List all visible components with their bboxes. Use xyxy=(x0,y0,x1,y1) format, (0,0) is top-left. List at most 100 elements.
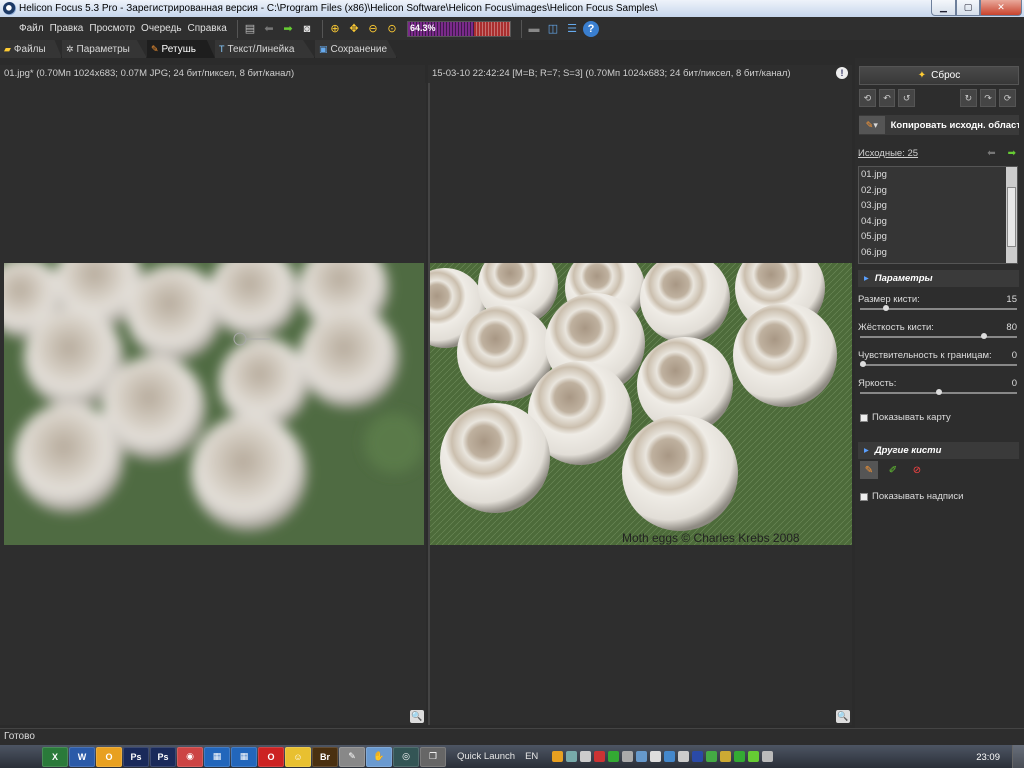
checkbox-box[interactable] xyxy=(860,492,868,501)
tray-icon[interactable] xyxy=(650,751,662,762)
list-view-icon[interactable]: ☰ xyxy=(564,21,580,37)
tray-icon[interactable] xyxy=(608,751,620,762)
tray-icon[interactable] xyxy=(594,751,606,762)
tray-icon[interactable] xyxy=(748,751,760,762)
list-item[interactable]: 01.jpg xyxy=(859,167,1017,183)
file-list-scrollbar[interactable] xyxy=(1006,167,1017,263)
tray-icon[interactable] xyxy=(622,751,634,762)
other-brushes-header[interactable]: ▸ Другие кисти xyxy=(858,442,1019,459)
language-indicator[interactable]: EN xyxy=(525,751,538,762)
slider-track[interactable] xyxy=(860,364,1017,366)
chrome-icon[interactable]: ◉ xyxy=(177,746,203,767)
outlook-icon[interactable]: O xyxy=(96,746,122,767)
app-grid-icon[interactable]: ▦ xyxy=(204,746,230,767)
slider-knob[interactable] xyxy=(980,333,987,339)
tab-text-ruler[interactable]: T Текст/Линейка xyxy=(215,40,315,58)
split-view-icon[interactable]: ◫ xyxy=(545,21,561,37)
zoom-in-icon[interactable]: ⊕ xyxy=(327,21,343,37)
result-image-panel[interactable]: Moth eggs © Charles Krebs 2008 🔍 xyxy=(428,83,852,725)
tray-icon[interactable] xyxy=(580,751,592,762)
brush-size-slider[interactable]: Размер кисти: 15 xyxy=(858,294,1019,318)
brightness-slider[interactable]: Яркость: 0 xyxy=(858,378,1019,402)
show-desktop-button[interactable] xyxy=(1012,745,1024,768)
source-file-list[interactable]: 01.jpg 02.jpg 03.jpg 04.jpg 05.jpg 06.jp… xyxy=(858,166,1018,264)
opera-icon[interactable]: O xyxy=(258,746,284,767)
forward-arrow-icon[interactable]: ➡ xyxy=(280,21,296,37)
tray-icon[interactable] xyxy=(636,751,648,762)
tab-retouch[interactable]: ✎ Ретушь xyxy=(147,40,215,58)
camera-icon[interactable]: ◙ xyxy=(299,21,315,37)
quick-launch-label[interactable]: Quick Launch xyxy=(457,751,515,762)
volume-icon[interactable] xyxy=(762,751,774,762)
sources-link[interactable]: Исходные: 25 xyxy=(858,148,918,159)
color-brush-icon[interactable]: ✐ xyxy=(884,461,902,479)
back-arrow-icon[interactable]: ⬅ xyxy=(261,21,277,37)
tab-save[interactable]: ▣ Сохранение xyxy=(315,40,397,58)
tray-icon[interactable] xyxy=(692,751,704,762)
tab-parameters[interactable]: ✲ Параметры xyxy=(62,40,147,58)
undo-step-icon[interactable]: ↺ xyxy=(898,89,916,107)
app-grid-alt-icon[interactable]: ▦ xyxy=(231,746,257,767)
slider-knob[interactable] xyxy=(935,389,942,395)
single-view-icon[interactable]: ▬ xyxy=(526,21,542,37)
list-item[interactable]: 03.jpg xyxy=(859,198,1017,214)
zoom-actual-icon[interactable]: ⊙ xyxy=(384,21,400,37)
new-document-icon[interactable]: ▤ xyxy=(242,21,258,37)
show-labels-checkbox[interactable]: Показывать надписи xyxy=(860,491,963,502)
result-photo[interactable]: Moth eggs © Charles Krebs 2008 xyxy=(430,263,852,545)
redo-all-icon[interactable]: ⟳ xyxy=(999,89,1017,107)
source-photo[interactable] xyxy=(4,263,424,545)
files-icon[interactable]: ❐ xyxy=(420,746,446,767)
clock[interactable]: 23:09 xyxy=(976,752,1000,763)
notepad-icon[interactable]: ✎ xyxy=(339,746,365,767)
erase-brush-icon[interactable]: ⊘ xyxy=(908,461,926,479)
show-map-checkbox[interactable]: Показывать карту xyxy=(860,412,951,423)
menu-help[interactable]: Справка xyxy=(188,23,227,34)
source-image-panel[interactable]: 🔍 xyxy=(0,83,426,725)
menu-view[interactable]: Просмотр xyxy=(89,23,135,34)
brush-hardness-slider[interactable]: Жёсткость кисти: 80 xyxy=(858,322,1019,346)
list-item[interactable]: 06.jpg xyxy=(859,245,1017,261)
photoshop-alt-icon[interactable]: Ps xyxy=(150,746,176,767)
slider-track[interactable] xyxy=(860,336,1017,338)
helicon-icon[interactable]: ◎ xyxy=(393,746,419,767)
bridge-icon[interactable]: Br xyxy=(312,746,338,767)
tray-icon[interactable] xyxy=(664,751,676,762)
copy-brush-icon[interactable]: ✎ xyxy=(860,461,878,479)
slider-knob[interactable] xyxy=(882,305,889,311)
next-source-icon[interactable]: ➡ xyxy=(1008,148,1016,159)
close-button[interactable]: ✕ xyxy=(980,0,1022,16)
tray-icon[interactable] xyxy=(720,751,732,762)
minimize-button[interactable]: ▁ xyxy=(931,0,956,16)
list-item[interactable]: 04.jpg xyxy=(859,214,1017,230)
reset-button[interactable]: ✦ Сброс xyxy=(859,66,1019,85)
zoom-icon[interactable]: 🔍 xyxy=(410,710,424,723)
checkbox-box[interactable] xyxy=(860,413,868,422)
tab-files[interactable]: ▰ Файлы xyxy=(0,40,62,58)
slider-knob[interactable] xyxy=(860,361,866,367)
maximize-button[interactable]: ▢ xyxy=(956,0,980,16)
scrollbar-thumb[interactable] xyxy=(1007,187,1016,247)
menu-queue[interactable]: Очередь xyxy=(141,23,182,34)
prev-source-icon[interactable]: ⬅ xyxy=(987,148,995,159)
word-icon[interactable]: W xyxy=(69,746,95,767)
zoom-fit-icon[interactable]: ✥ xyxy=(346,21,362,37)
messenger-icon[interactable]: ☺ xyxy=(285,746,311,767)
photoshop-icon[interactable]: Ps xyxy=(123,746,149,767)
apple-start-icon[interactable] xyxy=(14,747,36,767)
help-icon[interactable]: ? xyxy=(583,20,599,37)
tray-icon[interactable] xyxy=(552,751,564,762)
menu-edit[interactable]: Правка xyxy=(50,23,84,34)
redo-step-icon[interactable]: ↻ xyxy=(960,89,977,107)
excel-icon[interactable]: X xyxy=(42,746,68,767)
list-item[interactable]: 02.jpg xyxy=(859,183,1017,199)
info-icon[interactable]: ! xyxy=(836,67,848,79)
zoom-icon[interactable]: 🔍 xyxy=(836,710,850,723)
zoom-out-icon[interactable]: ⊖ xyxy=(365,21,381,37)
tray-icon[interactable] xyxy=(678,751,690,762)
paint-icon[interactable]: ✋ xyxy=(366,746,392,767)
parameters-header[interactable]: ▸ Параметры xyxy=(858,270,1019,287)
brush-mode-selector[interactable]: ✎ ▾ Копировать исходн. област xyxy=(859,115,1019,135)
brush-dropdown-icon[interactable]: ✎ ▾ xyxy=(859,116,885,134)
redo-icon[interactable]: ↷ xyxy=(979,89,997,107)
